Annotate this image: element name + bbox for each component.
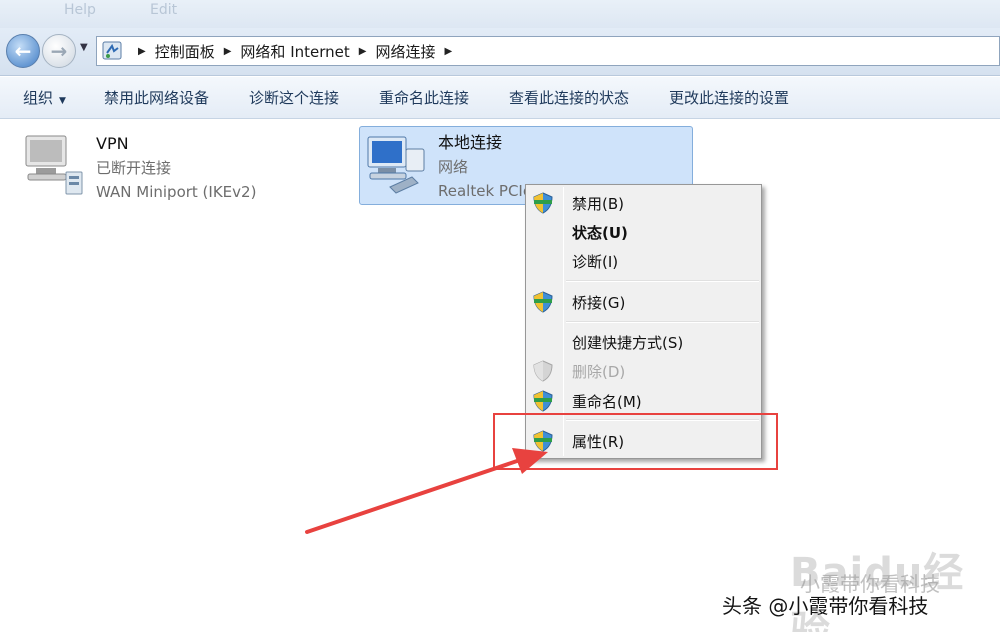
ethernet-connection-icon bbox=[367, 136, 425, 194]
menu-separator bbox=[566, 321, 759, 323]
view-status-button[interactable]: 查看此连接的状态 bbox=[499, 84, 639, 112]
menu-separator bbox=[566, 280, 759, 282]
shield-icon bbox=[533, 360, 553, 382]
menu-item-label: 删除(D) bbox=[572, 362, 626, 381]
connection-status: 网络 bbox=[438, 158, 469, 176]
menu-item-bridge[interactable]: 桥接(G) bbox=[528, 288, 759, 316]
arrow-right-icon: → bbox=[50, 39, 68, 63]
menu-item-label: 状态(U) bbox=[572, 223, 628, 242]
rename-connection-button[interactable]: 重命名此连接 bbox=[369, 84, 479, 112]
vpn-connection-icon bbox=[25, 135, 83, 195]
chevron-down-icon: ▼ bbox=[59, 95, 66, 106]
window-top-strip: Help Edit bbox=[0, 0, 1000, 28]
menu-item-diagnose[interactable]: 诊断(I) bbox=[528, 247, 759, 275]
disable-device-button[interactable]: 禁用此网络设备 bbox=[94, 84, 219, 112]
menu-item-disable[interactable]: 禁用(B) bbox=[528, 189, 759, 217]
recent-pages-dropdown[interactable]: ▼ bbox=[80, 42, 88, 53]
connection-status: 已断开连接 bbox=[96, 159, 172, 177]
breadcrumb-separator[interactable]: ▶ bbox=[444, 46, 452, 57]
command-toolbar: 组织 ▼ 禁用此网络设备 诊断这个连接 重命名此连接 查看此连接的状态 更改此连接… bbox=[0, 77, 1000, 119]
breadcrumb-network-connections[interactable]: 网络连接 bbox=[375, 41, 435, 62]
connection-item-vpn[interactable]: VPN 已断开连接 WAN Miniport (IKEv2) bbox=[18, 128, 338, 204]
menu-item-label: 创建快捷方式(S) bbox=[572, 333, 684, 352]
menu-item-delete: 删除(D) bbox=[528, 357, 759, 385]
organize-menu-button[interactable]: 组织 ▼ bbox=[13, 84, 76, 112]
menu-item-status[interactable]: 状态(U) bbox=[528, 218, 759, 246]
address-bar[interactable]: ▶ 控制面板 ▶ 网络和 Internet ▶ 网络连接 ▶ bbox=[96, 36, 1000, 66]
menu-item-label: 禁用(B) bbox=[572, 194, 624, 213]
breadcrumb-separator[interactable]: ▶ bbox=[138, 46, 146, 57]
breadcrumb-separator[interactable]: ▶ bbox=[359, 46, 367, 57]
annotation-highlight-box bbox=[493, 413, 778, 470]
menu-edit-ghost: Edit bbox=[150, 2, 178, 18]
menu-item-rename[interactable]: 重命名(M) bbox=[528, 387, 759, 415]
breadcrumb-separator[interactable]: ▶ bbox=[224, 46, 232, 57]
shield-icon bbox=[533, 192, 553, 214]
connection-name: 本地连接 bbox=[438, 133, 503, 152]
credit-watermark: 头条 @小霞带你看科技 bbox=[722, 594, 929, 618]
menu-item-label: 诊断(I) bbox=[572, 252, 619, 271]
shield-icon bbox=[533, 291, 553, 313]
diagnose-connection-button[interactable]: 诊断这个连接 bbox=[239, 84, 349, 112]
control-panel-icon bbox=[102, 41, 122, 60]
change-settings-button[interactable]: 更改此连接的设置 bbox=[659, 84, 799, 112]
menu-help-ghost: Help bbox=[64, 2, 96, 18]
back-button[interactable]: ← bbox=[6, 34, 40, 68]
connection-name: VPN bbox=[96, 134, 129, 153]
breadcrumb-control-panel[interactable]: 控制面板 bbox=[155, 41, 215, 62]
navigation-bar: ← → ▼ ▶ 控制面板 ▶ 网络和 Internet ▶ 网络连接 ▶ bbox=[0, 28, 1000, 76]
organize-label: 组织 bbox=[23, 88, 54, 107]
menu-item-label: 重命名(M) bbox=[572, 392, 642, 411]
breadcrumb-network-internet[interactable]: 网络和 Internet bbox=[240, 41, 349, 62]
menu-item-create-shortcut[interactable]: 创建快捷方式(S) bbox=[528, 328, 759, 356]
shield-icon bbox=[533, 390, 553, 412]
forward-button[interactable]: → bbox=[42, 34, 76, 68]
arrow-left-icon: ← bbox=[14, 39, 32, 63]
connection-device: WAN Miniport (IKEv2) bbox=[96, 183, 257, 201]
menu-item-label: 桥接(G) bbox=[572, 293, 626, 312]
